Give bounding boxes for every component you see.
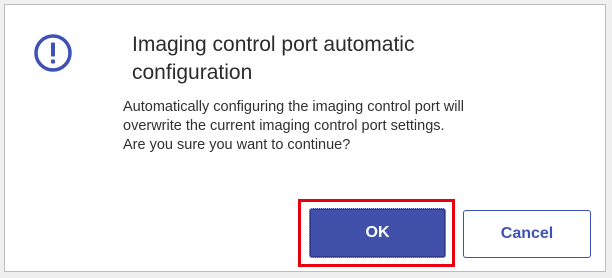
- confirmation-dialog: Imaging control port automatic configura…: [4, 4, 606, 272]
- message-line: Automatically configuring the imaging co…: [123, 99, 464, 115]
- cancel-button[interactable]: Cancel: [463, 210, 591, 258]
- message-line: overwrite the current imaging control po…: [123, 118, 445, 134]
- dialog-title: Imaging control port automatic configura…: [132, 31, 572, 87]
- dialog-title-line: configuration: [132, 61, 253, 84]
- dialog-message: Automatically configuring the imaging co…: [123, 98, 593, 155]
- ok-button[interactable]: OK: [309, 208, 446, 258]
- dialog-title-line: Imaging control port automatic: [132, 33, 415, 56]
- message-line: Are you sure you want to continue?: [123, 137, 351, 153]
- info-icon: [34, 34, 72, 72]
